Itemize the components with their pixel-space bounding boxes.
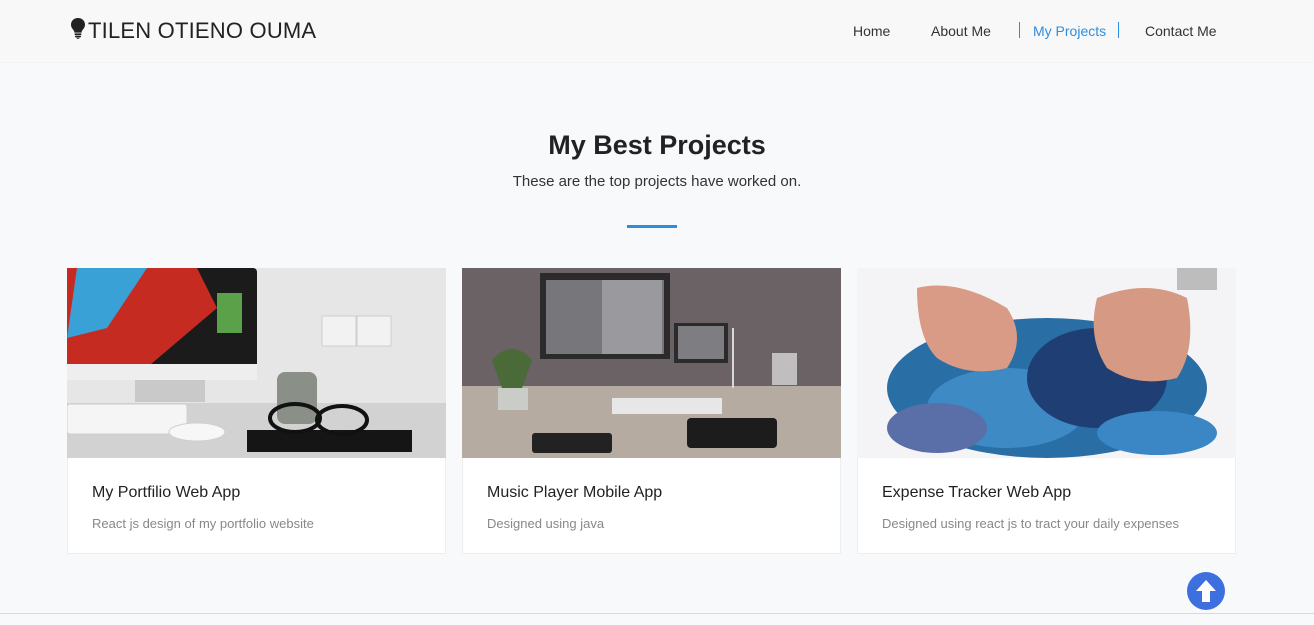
- project-title: My Portfilio Web App: [92, 484, 241, 501]
- project-card[interactable]: My Portfilio Web App React js design of …: [67, 268, 446, 554]
- nav-my-projects[interactable]: My Projects: [1033, 23, 1106, 39]
- section-subtitle: These are the top projects have worked o…: [512, 173, 802, 190]
- scroll-to-top-button[interactable]: [1187, 572, 1225, 610]
- nav-contact-me[interactable]: Contact Me: [1145, 23, 1217, 39]
- project-description: Designed using java: [487, 516, 605, 531]
- brand-logo[interactable]: TILEN OTIENO OUMA: [70, 17, 316, 45]
- desk-monitors-image: [462, 268, 841, 458]
- title-divider: [627, 225, 677, 228]
- nav-active-right-border: [1118, 22, 1119, 38]
- project-description: React js design of my portfolio website: [92, 516, 314, 531]
- nav-home[interactable]: Home: [853, 23, 890, 39]
- project-title: Expense Tracker Web App: [882, 484, 1072, 501]
- nav-active-left-border: [1019, 22, 1020, 38]
- nav-about-me[interactable]: About Me: [931, 23, 991, 39]
- desk-imac-image: [67, 268, 446, 458]
- footer-divider: [0, 613, 1314, 614]
- navbar: TILEN OTIENO OUMA Home About Me My Proje…: [0, 0, 1314, 63]
- puzzle-hands-image: [857, 268, 1236, 458]
- lightbulb-icon: [70, 17, 88, 45]
- arrow-up-icon: [1187, 580, 1225, 614]
- section-title: My Best Projects: [548, 130, 766, 160]
- project-description: Designed using react js to tract your da…: [882, 516, 1179, 531]
- project-title: Music Player Mobile App: [487, 484, 663, 501]
- brand-name: TILEN OTIENO OUMA: [88, 18, 317, 43]
- project-card[interactable]: Music Player Mobile App Designed using j…: [462, 268, 841, 554]
- project-card[interactable]: Expense Tracker Web App Designed using r…: [857, 268, 1236, 554]
